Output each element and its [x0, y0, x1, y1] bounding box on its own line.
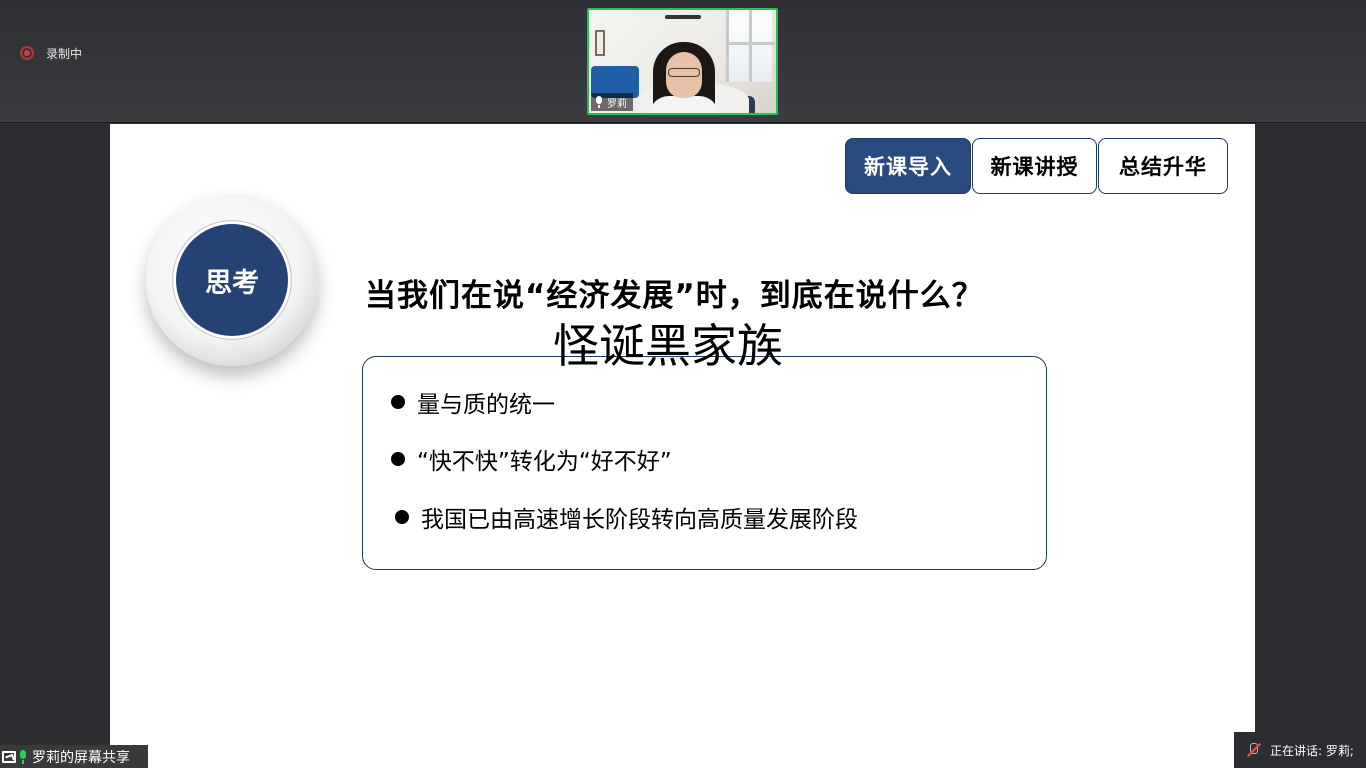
screen-share-text: 罗莉的屏幕共享: [32, 749, 130, 766]
overlay-title: 怪诞黑家族: [553, 319, 783, 373]
tab-new-lesson-teaching[interactable]: 新课讲授: [972, 138, 1097, 194]
list-item: “快不快”转化为“好不好”: [391, 444, 672, 475]
bullet-icon: [391, 452, 405, 466]
meeting-top-bar: 录制中 罗莉: [0, 0, 1366, 123]
screen-share-icon: [2, 750, 16, 763]
microphone-icon: [595, 96, 603, 108]
think-badge-label: 思考: [205, 267, 259, 299]
speaking-text: 正在讲话: 罗莉;: [1270, 743, 1354, 758]
participant-video-tile[interactable]: 罗莉: [587, 8, 778, 115]
video-background-picture: [595, 30, 605, 56]
bullet-icon: [391, 395, 405, 409]
record-icon: [20, 46, 34, 60]
shared-slide: 新课导入 新课讲授 总结升华 思考 当我们在说“经济发展”时，到底在说什么？ 量…: [110, 124, 1255, 768]
list-item: 量与质的统一: [391, 387, 555, 418]
point-text: 量与质的统一: [417, 392, 555, 418]
participant-name-tag: 罗莉: [591, 93, 633, 111]
recording-indicator[interactable]: 录制中: [20, 44, 82, 62]
tab-label: 新课讲授: [990, 155, 1079, 179]
tab-new-lesson-intro[interactable]: 新课导入: [845, 138, 971, 194]
video-background-lamp: [665, 15, 701, 19]
point-text: “快不快”转化为“好不好”: [417, 449, 672, 475]
participant-body: [649, 96, 719, 113]
participant-glasses: [668, 68, 700, 77]
tab-label: 新课导入: [864, 155, 952, 179]
points-box: 量与质的统一 “快不快”转化为“好不好” 我国已由高速增长阶段转向高质量发展阶段: [362, 356, 1047, 570]
screen-share-label[interactable]: 罗莉的屏幕共享: [0, 745, 148, 768]
participant-name: 罗莉: [607, 98, 627, 110]
speaking-indicator: 正在讲话: 罗莉;: [1234, 732, 1366, 768]
muted-microphone-icon[interactable]: [1246, 742, 1260, 758]
tab-summary[interactable]: 总结升华: [1098, 138, 1228, 194]
point-text: 我国已由高速增长阶段转向高质量发展阶段: [421, 507, 858, 533]
think-badge-inner: 思考: [173, 221, 291, 339]
bullet-icon: [395, 510, 409, 524]
video-background-window: [726, 10, 775, 82]
recording-label: 录制中: [46, 46, 83, 61]
microphone-icon: [18, 749, 28, 764]
slide-question: 当我们在说“经济发展”时，到底在说什么？: [365, 278, 984, 314]
list-item: 我国已由高速增长阶段转向高质量发展阶段: [395, 502, 858, 533]
think-badge: 思考: [146, 194, 318, 366]
tab-label: 总结升华: [1119, 155, 1207, 179]
